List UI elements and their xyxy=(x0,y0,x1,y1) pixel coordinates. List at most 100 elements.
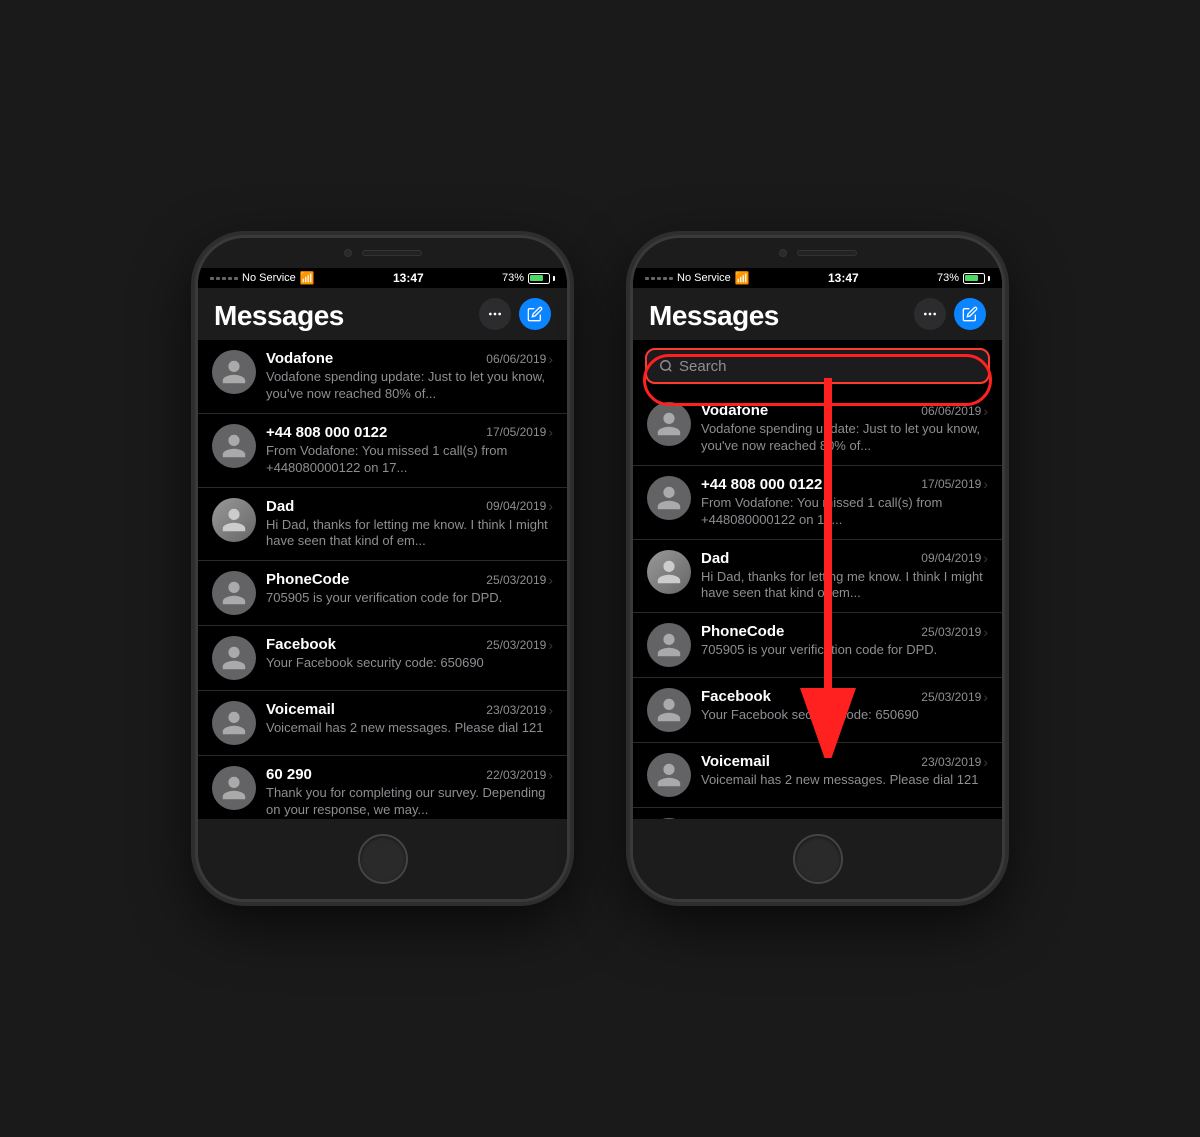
avatar xyxy=(212,424,256,468)
nav-bar-right: Messages xyxy=(633,288,1002,340)
message-date: 06/06/2019 xyxy=(486,352,546,366)
search-bar-container: Search xyxy=(633,340,1002,392)
sender-name: Dad xyxy=(266,498,294,515)
chevron-right-icon: › xyxy=(983,550,988,566)
message-date: 25/03/2019 xyxy=(486,638,546,652)
avatar xyxy=(647,623,691,667)
sender-name: Facebook xyxy=(701,688,771,705)
list-item[interactable]: Dad 09/04/2019 › Hi Dad, thanks for lett… xyxy=(633,540,1002,614)
message-list-left: Vodafone 06/06/2019 › Vodafone spending … xyxy=(198,340,567,819)
person-icon xyxy=(655,631,683,659)
message-preview: 705905 is your verification code for DPD… xyxy=(266,590,553,607)
person-icon xyxy=(220,774,248,802)
avatar xyxy=(647,550,691,594)
signal-bars-left xyxy=(210,277,238,280)
status-bar-right: No Service 📶 13:47 73% xyxy=(633,268,1002,288)
avatar xyxy=(647,688,691,732)
list-item[interactable]: Voicemail 23/03/2019 › Voicemail has 2 n… xyxy=(633,743,1002,808)
list-item[interactable]: PhoneCode 25/03/2019 › 705905 is your ve… xyxy=(633,613,1002,678)
message-date: 25/03/2019 xyxy=(486,573,546,587)
sender-name: Vodafone xyxy=(701,402,768,419)
more-button-right[interactable] xyxy=(914,298,946,330)
message-preview: Your Facebook security code: 650690 xyxy=(701,707,988,724)
message-date: 17/05/2019 xyxy=(921,477,981,491)
screen-left: No Service 📶 13:47 73% Messages xyxy=(198,268,567,819)
message-date: 25/03/2019 xyxy=(921,625,981,639)
home-button-right[interactable] xyxy=(793,834,843,884)
message-preview: From Vodafone: You missed 1 call(s) from… xyxy=(701,495,988,529)
message-preview: Hi Dad, thanks for letting me know. I th… xyxy=(266,517,553,551)
person-icon xyxy=(220,579,248,607)
phone-bottom-left xyxy=(198,819,567,899)
message-preview: 705905 is your verification code for DPD… xyxy=(701,642,988,659)
sender-name: Facebook xyxy=(266,636,336,653)
list-item[interactable]: +44 808 000 0122 17/05/2019 › From Vodaf… xyxy=(633,466,1002,540)
list-item[interactable]: Vodafone 06/06/2019 › Vodafone spending … xyxy=(633,392,1002,466)
more-button-left[interactable] xyxy=(479,298,511,330)
search-icon xyxy=(659,359,673,373)
phone-top-bar-left xyxy=(198,238,567,268)
sender-name: +44 808 000 0122 xyxy=(701,476,822,493)
list-item[interactable]: 60 290 22/03/2019 › Thank you for comple… xyxy=(633,808,1002,819)
chevron-right-icon: › xyxy=(983,754,988,770)
person-icon xyxy=(220,644,248,672)
list-item[interactable]: Dad 09/04/2019 › Hi Dad, thanks for lett… xyxy=(198,488,567,562)
phone-top-bar-right xyxy=(633,238,1002,268)
person-icon xyxy=(220,432,248,460)
avatar xyxy=(212,701,256,745)
status-bar-left: No Service 📶 13:47 73% xyxy=(198,268,567,288)
list-item[interactable]: +44 808 000 0122 17/05/2019 › From Vodaf… xyxy=(198,414,567,488)
battery-pct-left: 73% xyxy=(502,272,524,284)
sender-name: Voicemail xyxy=(701,753,770,770)
signal-bars-right xyxy=(645,277,673,280)
message-date: 23/03/2019 xyxy=(486,703,546,717)
message-preview: Your Facebook security code: 650690 xyxy=(266,655,553,672)
sender-name: PhoneCode xyxy=(266,571,349,588)
time-left: 13:47 xyxy=(393,271,424,285)
search-bar[interactable]: Search xyxy=(645,348,990,384)
phone-right: No Service 📶 13:47 73% Messages xyxy=(630,235,1005,902)
battery-pct-right: 73% xyxy=(937,272,959,284)
battery-icon-left xyxy=(528,273,555,284)
message-preview: Vodafone spending update: Just to let yo… xyxy=(266,369,553,403)
sender-name: 60 290 xyxy=(266,766,312,783)
message-preview: Voicemail has 2 new messages. Please dia… xyxy=(266,720,553,737)
chevron-right-icon: › xyxy=(548,767,553,783)
no-service-left: No Service xyxy=(242,272,296,284)
chevron-right-icon: › xyxy=(983,476,988,492)
nav-bar-left: Messages xyxy=(198,288,567,340)
message-date: 09/04/2019 xyxy=(921,551,981,565)
list-item[interactable]: Vodafone 06/06/2019 › Vodafone spending … xyxy=(198,340,567,414)
message-date: 06/06/2019 xyxy=(921,404,981,418)
message-date: 09/04/2019 xyxy=(486,499,546,513)
avatar xyxy=(647,402,691,446)
list-item[interactable]: Voicemail 23/03/2019 › Voicemail has 2 n… xyxy=(198,691,567,756)
message-preview: Vodafone spending update: Just to let yo… xyxy=(701,421,988,455)
sender-name: +44 808 000 0122 xyxy=(266,424,387,441)
message-date: 17/05/2019 xyxy=(486,425,546,439)
message-list-right: Vodafone 06/06/2019 › Vodafone spending … xyxy=(633,392,1002,819)
avatar xyxy=(212,766,256,810)
home-button-left[interactable] xyxy=(358,834,408,884)
messages-title-left: Messages xyxy=(214,300,344,332)
sender-name: PhoneCode xyxy=(701,623,784,640)
message-preview: Hi Dad, thanks for letting me know. I th… xyxy=(701,569,988,603)
list-item[interactable]: Facebook 25/03/2019 › Your Facebook secu… xyxy=(198,626,567,691)
compose-button-right[interactable] xyxy=(954,298,986,330)
message-date: 25/03/2019 xyxy=(921,690,981,704)
sender-name: Vodafone xyxy=(266,350,333,367)
message-preview: From Vodafone: You missed 1 call(s) from… xyxy=(266,443,553,477)
chevron-right-icon: › xyxy=(548,498,553,514)
person-icon xyxy=(655,558,683,586)
list-item[interactable]: 60 290 22/03/2019 › Thank you for comple… xyxy=(198,756,567,819)
list-item[interactable]: PhoneCode 25/03/2019 › 705905 is your ve… xyxy=(198,561,567,626)
person-icon xyxy=(655,696,683,724)
list-item[interactable]: Facebook 25/03/2019 › Your Facebook secu… xyxy=(633,678,1002,743)
compose-icon-right xyxy=(962,306,978,322)
page-wrapper: No Service 📶 13:47 73% Messages xyxy=(175,195,1025,942)
message-date: 23/03/2019 xyxy=(921,755,981,769)
person-icon xyxy=(655,484,683,512)
battery-icon-right xyxy=(963,273,990,284)
nav-actions-left xyxy=(479,298,551,330)
compose-button-left[interactable] xyxy=(519,298,551,330)
